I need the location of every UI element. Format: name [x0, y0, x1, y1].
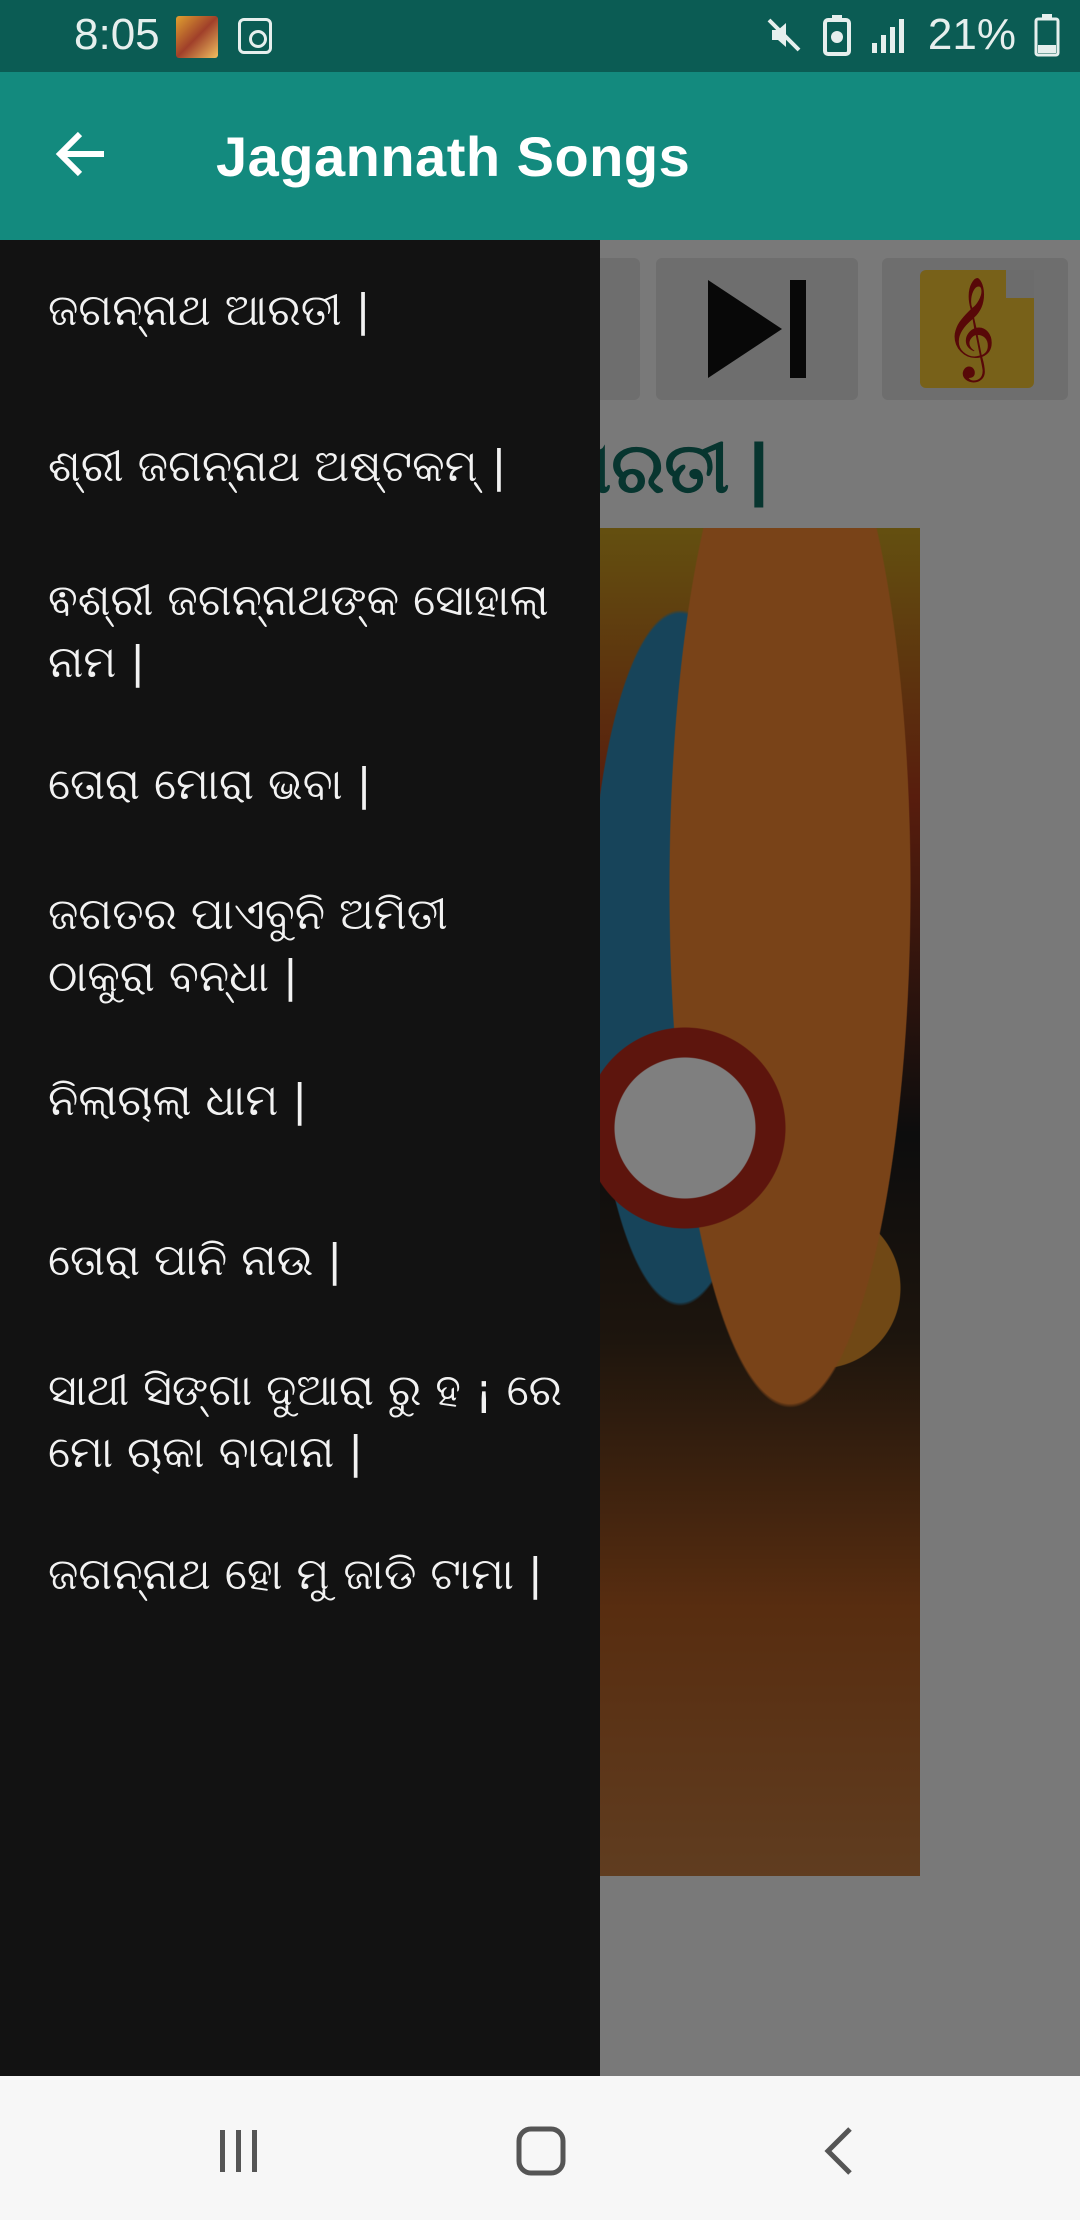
battery-saver-icon — [822, 15, 851, 56]
drawer-item[interactable]: ସାଥୀ ସିଙ୍ଗା ଦୁଆରା ରୁ ହ ¡ ରେ ମୋ ଚାକା ବାଦା… — [48, 1360, 568, 1484]
media-app-icon — [238, 18, 272, 54]
recent-apps-icon — [220, 2130, 257, 2172]
back-button[interactable] — [40, 112, 124, 196]
drawer-item[interactable]: ଶ୍ରୀ ଜଗନ୍ନାଥ ଅଷ୍ଟକମ୍ | — [48, 436, 568, 498]
drawer-item[interactable]: ଜଗନ୍ନାଥ ହୋ ମୁ ଜାଡି ଟାମା | — [48, 1544, 568, 1606]
battery-icon — [1034, 14, 1060, 57]
mute-icon — [767, 18, 801, 52]
drawer-item[interactable]: ଜଗତର ପାଏବୁନି ଅମିତୀ ଠାକୁରା ବନ୍ଧା | — [48, 884, 568, 1008]
status-bar: 8:05 21% — [0, 0, 1080, 72]
home-button[interactable] — [506, 2116, 576, 2186]
recent-apps-button[interactable] — [204, 2116, 274, 2186]
drawer-item[interactable]: ନିଲାଚାଲା ଧାମ | — [48, 1070, 568, 1132]
back-icon — [824, 2127, 852, 2175]
drawer-item[interactable]: ତୋରା ମୋରା ଭବା | — [48, 754, 568, 816]
arrow-left-icon — [55, 131, 104, 177]
app-bar: Jagannath Songs — [0, 72, 1080, 240]
drawer-item[interactable]: ଜଗନ୍ନାଥ ଆରତୀ | — [48, 280, 568, 342]
status-time: 8:05 — [74, 10, 160, 59]
photo-thumbnail-icon — [176, 16, 218, 58]
home-icon — [516, 2126, 566, 2176]
drawer-item[interactable]: ତୋରା ପାନି ନାଉ | — [48, 1230, 568, 1292]
system-nav-bar — [0, 2076, 1080, 2220]
status-icons: 21% — [764, 10, 1060, 60]
system-back-button[interactable] — [806, 2116, 876, 2186]
signal-icon — [871, 19, 904, 53]
battery-percent: 21% — [927, 10, 1016, 59]
app-title: Jagannath Songs — [216, 125, 691, 188]
drawer-item[interactable]: ଵଶ୍ରୀ ଜଗନ୍ନାଥଙ୍କ ସୋହାଲା ନାମ | — [48, 570, 568, 694]
navigation-drawer: ଜଗନ୍ନାଥ ଆରତୀ | ଶ୍ରୀ ଜଗନ୍ନାଥ ଅଷ୍ଟକମ୍ | ଵଶ… — [0, 240, 600, 2076]
